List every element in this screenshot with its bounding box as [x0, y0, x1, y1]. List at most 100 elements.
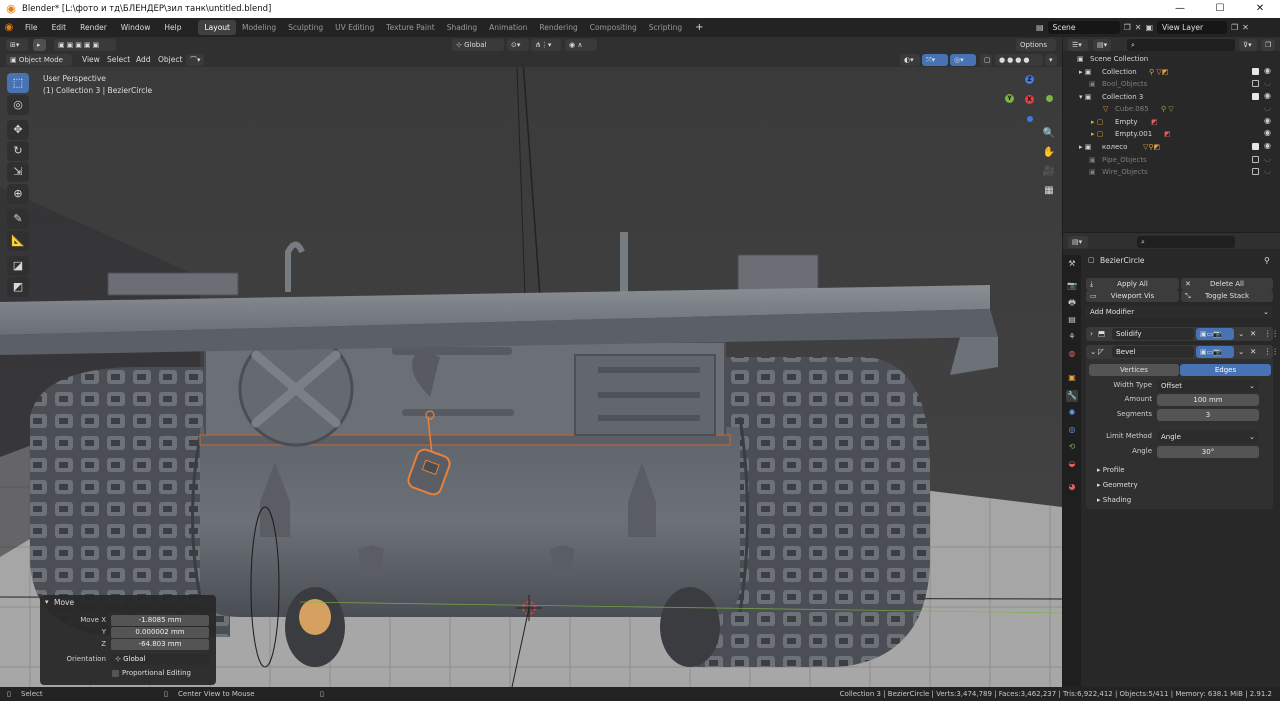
view-layer-icon[interactable]: ▣	[1145, 23, 1153, 32]
annotate-tool-icon[interactable]: ✎	[7, 209, 29, 229]
delete-view-layer-icon[interactable]: ✕	[1242, 23, 1249, 32]
gizmo-neg-z[interactable]	[1027, 116, 1033, 122]
outliner-item[interactable]: ▣ Pipe_Objects	[1063, 154, 1280, 166]
outliner-item[interactable]: ▸ ▣ Collection ⚲ ▽◩	[1063, 66, 1280, 78]
shading-mode-icons[interactable]: ●●●●	[995, 54, 1043, 66]
amount-field[interactable]: 100 mm	[1157, 394, 1259, 406]
apply-all-button[interactable]: ⤓ Apply All	[1086, 278, 1179, 290]
tab-texture-paint[interactable]: Texture Paint	[380, 20, 440, 35]
eye-icon[interactable]: ◉	[1264, 116, 1271, 125]
outliner-item[interactable]: ▸ ▢ Empty.001 ◩	[1063, 128, 1280, 140]
menu-render[interactable]: Render	[73, 23, 114, 32]
object-tab-icon[interactable]: ▣	[1066, 372, 1078, 384]
shading-options-icon[interactable]: ▾	[1045, 54, 1057, 66]
move-y-field[interactable]: 0.000002 mm	[111, 627, 209, 638]
solidify-remove-icon[interactable]: ✕	[1250, 329, 1256, 338]
overlay-toggle-icon[interactable]: ◎▾	[950, 54, 976, 66]
move-tool-icon[interactable]: ✥	[7, 120, 29, 140]
world-tab-icon[interactable]: ◍	[1066, 348, 1078, 360]
modifier-tab-icon[interactable]: 🔧	[1066, 390, 1078, 402]
tab-rendering[interactable]: Rendering	[533, 20, 583, 35]
menu-edit[interactable]: Edit	[45, 23, 74, 32]
exclude-checkbox[interactable]	[1252, 143, 1259, 150]
orientation-dropdown[interactable]: ⊹ Global	[111, 654, 209, 665]
outliner-item[interactable]: ▸ ▣ колесо ▽⚲◩	[1063, 141, 1280, 153]
pin-icon[interactable]: ⚲	[1264, 256, 1270, 265]
proportional-editing-icon[interactable]: ◉ ∧	[565, 39, 597, 51]
transform-orientation-dropdown[interactable]: ⊹ Global	[452, 39, 504, 51]
properties-editor-icon[interactable]: ▤▾	[1068, 236, 1088, 248]
exclude-checkbox[interactable]	[1252, 68, 1259, 75]
exclude-checkbox[interactable]	[1252, 93, 1259, 100]
add-menu[interactable]: Add	[136, 55, 151, 64]
new-scene-icon[interactable]: ❐	[1124, 23, 1131, 32]
bevel-drag-handle[interactable]: ⋮⋮	[1264, 347, 1279, 356]
affect-edges-tab[interactable]: Edges	[1180, 364, 1271, 376]
material-tab-icon[interactable]: ◕	[1066, 481, 1078, 493]
zoom-icon[interactable]: 🔍	[1040, 125, 1058, 143]
menu-help[interactable]: Help	[157, 23, 188, 32]
render-tab-icon[interactable]: 📷	[1066, 280, 1078, 292]
tab-compositing[interactable]: Compositing	[584, 20, 643, 35]
affect-vertices-tab[interactable]: Vertices	[1089, 364, 1179, 376]
eye-icon[interactable]: ◉	[1264, 66, 1271, 75]
select-box-tool-icon[interactable]: ▸	[33, 39, 46, 51]
menu-window[interactable]: Window	[114, 23, 158, 32]
tab-scripting[interactable]: Scripting	[643, 20, 688, 35]
eye-closed-icon[interactable]: ◡	[1264, 154, 1271, 163]
solidify-modifier-header[interactable]: › ⬒ Solidify ▣▭📷 ⌄ ✕ ⋮⋮	[1086, 327, 1279, 341]
object-menu[interactable]: Object	[158, 55, 182, 64]
gizmo-toggle-icon[interactable]: ⤧▾	[922, 54, 948, 66]
outliner-item[interactable]: ▸ ▢ Empty ◩	[1063, 116, 1280, 128]
close-button[interactable]: ✕	[1240, 0, 1280, 18]
bevel-modifier-header[interactable]: ⌄ ◸ Bevel ▣▭📷 ⌄ ✕ ⋮⋮	[1086, 345, 1279, 359]
mode-dropdown[interactable]: ▣ Object Mode	[6, 54, 72, 66]
new-collection-icon[interactable]: ❐	[1261, 39, 1275, 51]
particles-tab-icon[interactable]: ✺	[1066, 407, 1078, 419]
maximize-button[interactable]: ☐	[1200, 0, 1240, 18]
geometry-subpanel[interactable]: ▸ Geometry	[1097, 481, 1138, 489]
scale-tool-icon[interactable]: ⇲	[7, 162, 29, 182]
eye-closed-icon[interactable]: ◡	[1264, 78, 1271, 87]
3d-viewport[interactable]: ⊞▾ ▸ ▣▣▣▣▣ ⊹ Global ⊙▾ ⋔⋮▾ ◉ ∧ Options ▣…	[0, 37, 1062, 687]
solidify-name-field[interactable]: Solidify	[1112, 328, 1194, 340]
perspective-toggle-icon[interactable]: ▦	[1040, 182, 1058, 200]
output-tab-icon[interactable]: 🖶	[1066, 297, 1078, 309]
collapse-chevron-icon[interactable]: ⌄	[1090, 347, 1096, 356]
angle-field[interactable]: 30°	[1157, 446, 1259, 458]
shading-subpanel[interactable]: ▸ Shading	[1097, 496, 1131, 504]
scene-icon[interactable]: ▤	[1036, 23, 1044, 32]
add-object-tool-icon[interactable]: ◩	[7, 277, 29, 297]
gizmo-neg-y[interactable]	[1046, 95, 1053, 102]
view-menu[interactable]: View	[82, 55, 100, 64]
data-tab-icon[interactable]: ◒	[1066, 458, 1078, 470]
properties-search-input[interactable]: ⌕	[1137, 236, 1235, 248]
eye-icon[interactable]: ◉	[1264, 141, 1271, 150]
eye-icon[interactable]: ◉	[1264, 91, 1271, 100]
visibility-icon[interactable]: ◐▾	[900, 54, 920, 66]
xray-icon[interactable]: ▢	[980, 54, 992, 66]
new-view-layer-icon[interactable]: ❐	[1231, 23, 1238, 32]
gizmo-z-axis[interactable]: Z	[1025, 75, 1034, 84]
tab-sculpting[interactable]: Sculpting	[282, 20, 329, 35]
outliner-item[interactable]: ▽ Cube.085 ⚲ ▽	[1063, 103, 1280, 115]
delete-scene-icon[interactable]: ✕	[1135, 23, 1142, 32]
width-type-dropdown[interactable]: Offset ⌄	[1157, 380, 1259, 392]
scene-tab-icon[interactable]: ⚘	[1066, 331, 1078, 343]
blender-menu-icon[interactable]: ◉	[0, 22, 18, 33]
pivot-point-icon[interactable]: ⊙▾	[507, 39, 529, 51]
proportional-checkbox[interactable]	[112, 670, 119, 677]
select-tool-icon[interactable]: ⬚	[7, 73, 29, 93]
constraints-tab-icon[interactable]: ⟲	[1066, 441, 1078, 453]
camera-view-icon[interactable]: 🎥	[1040, 163, 1058, 181]
outliner-item[interactable]: ▣ Bool_Objects	[1063, 78, 1280, 90]
solidify-drag-handle[interactable]: ⋮⋮	[1264, 329, 1279, 338]
tab-layout[interactable]: Layout	[198, 20, 236, 35]
exclude-checkbox[interactable]	[1252, 156, 1259, 163]
bevel-remove-icon[interactable]: ✕	[1250, 347, 1256, 356]
bevel-visibility-icons[interactable]: ▣▭📷	[1196, 346, 1234, 358]
transform-tool-icon[interactable]: ⊕	[7, 184, 29, 204]
profile-subpanel[interactable]: ▸ Profile	[1097, 466, 1125, 474]
eye-closed-icon[interactable]: ◡	[1264, 103, 1271, 112]
measure-tool-icon[interactable]: 📐	[7, 231, 29, 251]
